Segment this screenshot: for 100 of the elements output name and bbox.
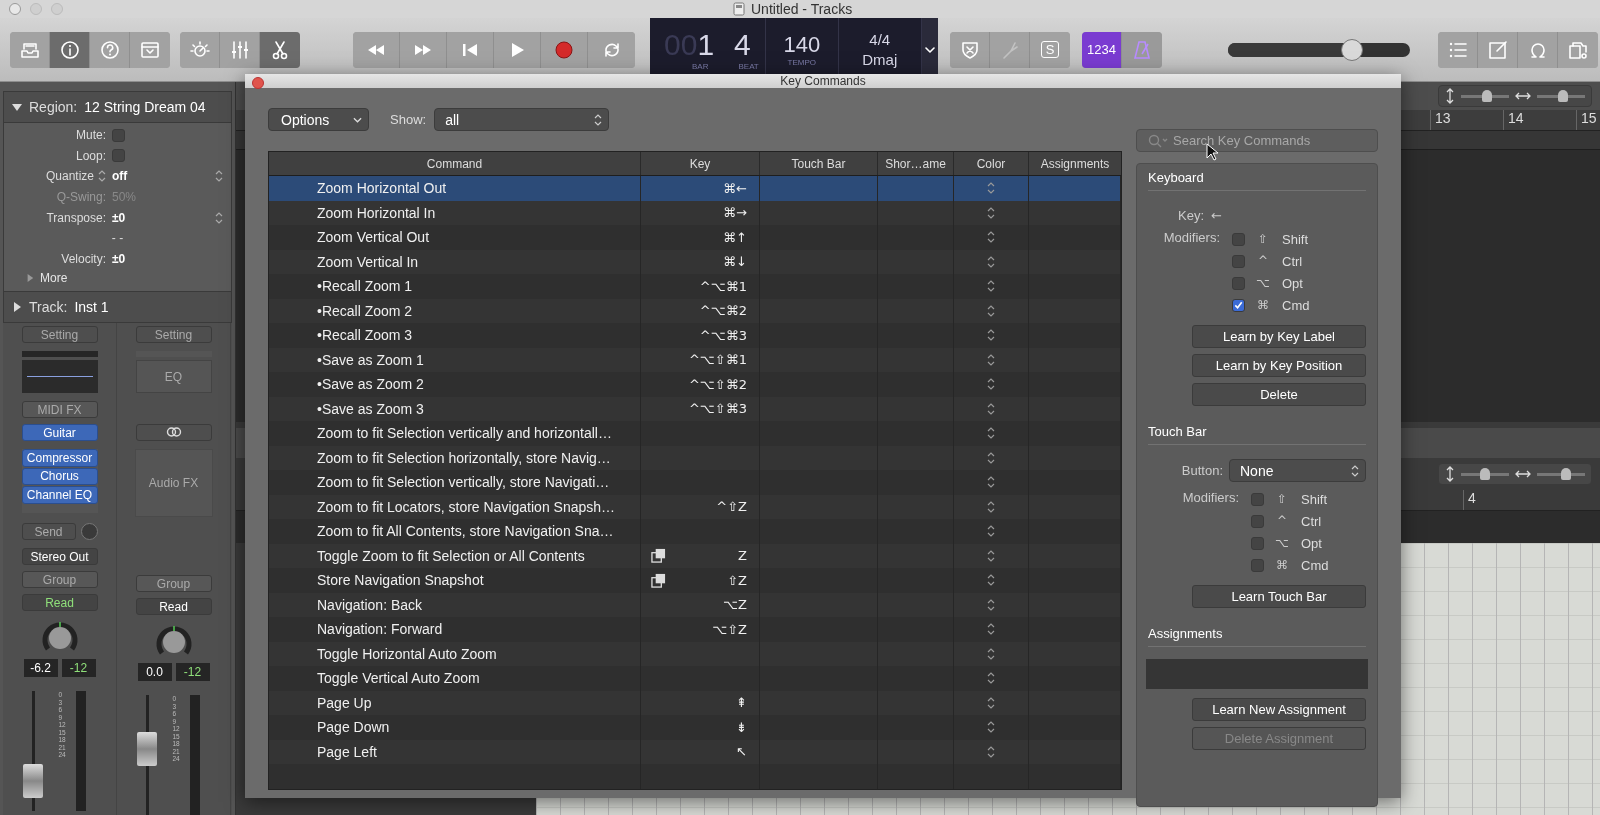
count-in-button[interactable]: 1234: [1082, 31, 1122, 68]
column-header[interactable]: Touch Bar: [760, 152, 878, 175]
send-knob[interactable]: [80, 523, 98, 540]
slider-thumb[interactable]: [1560, 467, 1571, 480]
shield-x-button[interactable]: [950, 31, 990, 68]
stepper-icon[interactable]: [215, 211, 223, 224]
list-editors-button[interactable]: [1438, 31, 1478, 68]
plugin-slot[interactable]: Channel EQ: [21, 486, 98, 504]
table-row[interactable]: Page Left ↖: [269, 739, 1121, 764]
output-button[interactable]: Stereo Out: [21, 548, 98, 565]
region-header[interactable]: Region: 12 String Dream 04: [3, 91, 232, 123]
rewind-button[interactable]: [353, 31, 400, 68]
setting-button[interactable]: Setting: [135, 326, 212, 343]
checkbox[interactable]: [1232, 232, 1245, 246]
slider-thumb[interactable]: [1480, 467, 1490, 480]
stepper-icon[interactable]: [987, 745, 995, 758]
checkbox[interactable]: [112, 149, 125, 163]
automation-mode-button[interactable]: Read: [21, 594, 98, 611]
stereo-link-button[interactable]: [135, 424, 212, 441]
slider-thumb[interactable]: [1558, 89, 1569, 102]
show-popup[interactable]: all: [434, 108, 610, 131]
slider-thumb[interactable]: [1482, 89, 1493, 102]
stepper-icon[interactable]: [987, 574, 995, 587]
fader-handle[interactable]: [136, 732, 157, 766]
column-header[interactable]: Command: [269, 152, 641, 175]
table-row[interactable]: •Save as Zoom 1 ^⌥⇧⌘1: [269, 347, 1121, 372]
panel-button[interactable]: Learn by Key Label: [1192, 325, 1366, 348]
stepper-icon[interactable]: [987, 402, 995, 415]
stepper-icon[interactable]: [987, 696, 995, 709]
stepper-icon[interactable]: [98, 170, 106, 183]
column-header[interactable]: Key: [641, 152, 760, 175]
eq-thumbnail[interactable]: [21, 360, 98, 393]
table-row[interactable]: Zoom to fit Selection horizontally, store Navig…: [269, 445, 1121, 470]
setting-button[interactable]: Setting: [21, 326, 98, 343]
stepper-icon[interactable]: [987, 255, 995, 268]
panel-button[interactable]: Learn Touch Bar: [1192, 585, 1366, 608]
table-row[interactable]: Navigation: Back ⌥Z: [269, 592, 1121, 617]
library-button[interactable]: [10, 31, 50, 68]
touch-bar-button-popup[interactable]: None: [1229, 459, 1366, 482]
stepper-icon[interactable]: [987, 378, 995, 391]
instrument-slot[interactable]: Guitar: [21, 424, 98, 441]
stepper-icon[interactable]: [215, 170, 223, 183]
table-row[interactable]: Zoom Vertical In ⌘↓: [269, 249, 1121, 274]
field-value[interactable]: ±0: [112, 251, 126, 266]
field-value[interactable]: ±0: [112, 210, 126, 225]
info-button[interactable]: [50, 31, 90, 68]
stepper-icon[interactable]: [987, 672, 995, 685]
panel-button[interactable]: Learn by Key Position: [1192, 354, 1366, 377]
stepper-icon[interactable]: [987, 647, 995, 660]
stepper-icon[interactable]: [987, 329, 995, 342]
stepper-icon[interactable]: [987, 182, 995, 195]
table-row[interactable]: •Recall Zoom 2 ^⌥⌘2: [269, 298, 1121, 323]
stepper-icon[interactable]: [987, 304, 995, 317]
checkbox[interactable]: [1232, 276, 1245, 290]
table-row[interactable]: Toggle Zoom to fit Selection or All Contents Z: [269, 543, 1121, 568]
checkbox[interactable]: [1251, 558, 1264, 572]
table-row[interactable]: Toggle Horizontal Auto Zoom: [269, 641, 1121, 666]
checkbox[interactable]: [112, 128, 125, 142]
disclosure-triangle-icon[interactable]: [12, 101, 22, 112]
checkbox[interactable]: [1232, 254, 1245, 268]
close-button[interactable]: [252, 77, 264, 89]
checkbox[interactable]: [1251, 492, 1264, 506]
scissors-button[interactable]: [260, 31, 300, 68]
column-header[interactable]: Color: [954, 152, 1029, 175]
table-row[interactable]: •Save as Zoom 3 ^⌥⇧⌘3: [269, 396, 1121, 421]
stepper-icon[interactable]: [987, 451, 995, 464]
more-label[interactable]: More: [40, 271, 68, 286]
checkbox[interactable]: [1251, 536, 1264, 550]
stepper-icon[interactable]: [987, 549, 995, 562]
disclosure-triangle-icon[interactable]: [12, 302, 22, 313]
smart-controls-button[interactable]: [180, 31, 220, 68]
field-value[interactable]: off: [112, 169, 128, 184]
stepper-icon[interactable]: [987, 598, 995, 611]
stepper-icon[interactable]: [987, 427, 995, 440]
stepper-icon[interactable]: [987, 353, 995, 366]
table-row[interactable]: Zoom Horizontal In ⌘→: [269, 200, 1121, 225]
column-header[interactable]: Assignments: [1029, 152, 1121, 175]
plugin-slot[interactable]: Chorus: [21, 467, 98, 485]
table-row[interactable]: Zoom to fit Locators, store Navigation Snapsh… ^⇧Z: [269, 494, 1121, 519]
panel-button[interactable]: Learn New Assignment: [1192, 698, 1366, 721]
table-row[interactable]: Page Up ⇞: [269, 690, 1121, 715]
stepper-icon[interactable]: [987, 623, 995, 636]
send-button[interactable]: Send: [21, 523, 76, 540]
track-header[interactable]: Track: Inst 1: [3, 291, 232, 323]
dropdown-caret-icon[interactable]: [924, 46, 935, 53]
stepper-icon[interactable]: [987, 500, 995, 513]
options-menu[interactable]: Options: [268, 108, 369, 131]
fader-handle[interactable]: [22, 764, 43, 798]
stepper-icon[interactable]: [987, 525, 995, 538]
stepper-icon[interactable]: [987, 476, 995, 489]
panel-button[interactable]: Delete: [1192, 383, 1366, 406]
stepper-icon[interactable]: [987, 721, 995, 734]
column-header[interactable]: Shor…ame: [878, 152, 954, 175]
checkbox[interactable]: [1232, 298, 1245, 312]
search-field[interactable]: Search Key Commands: [1136, 129, 1378, 152]
table-row[interactable]: Zoom Horizontal Out ⌘←: [269, 176, 1121, 201]
stepper-icon[interactable]: [987, 231, 995, 244]
automation-mode-button[interactable]: Read: [135, 598, 212, 615]
stepper-icon[interactable]: [987, 280, 995, 293]
stepper-icon[interactable]: [987, 206, 995, 219]
